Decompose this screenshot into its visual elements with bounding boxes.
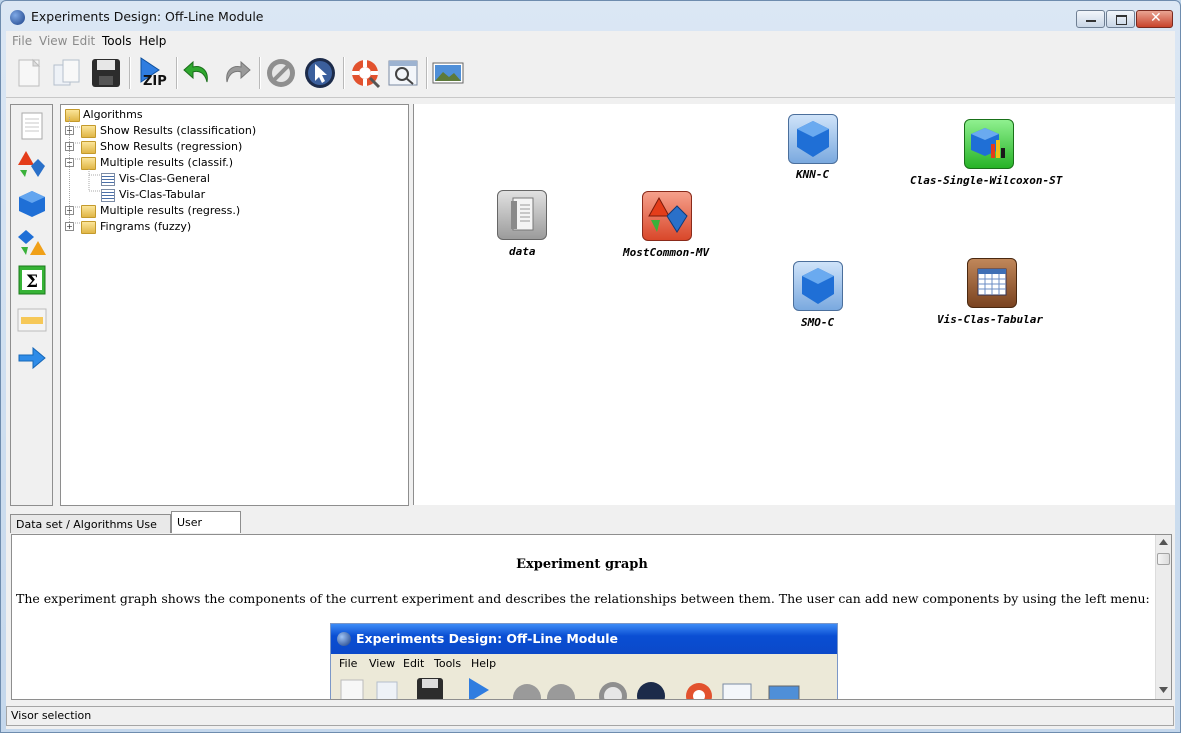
selection-pointer-icon[interactable] [303, 56, 337, 90]
palette-statistical-test-icon[interactable]: Σ [17, 265, 47, 295]
embedded-menu-view: View [369, 657, 396, 670]
palette-preprocess-icon[interactable] [17, 149, 47, 179]
app-logo-icon [10, 10, 25, 25]
vis-clas-tabular-node-icon[interactable] [967, 258, 1017, 308]
tree-leaf-label: Vis-Clas-General [119, 172, 210, 185]
embedded-menu-file: File [339, 657, 358, 670]
zip-label: ZIP [143, 74, 167, 89]
menu-tools[interactable]: Tools [102, 34, 132, 48]
node-label-vis-clas-tabular: Vis-Clas-Tabular [937, 313, 1043, 326]
expand-icon[interactable]: + [65, 142, 74, 151]
tree-node-label: Multiple results (classif.) [100, 156, 234, 169]
tree-node-label: Fingrams (fuzzy) [100, 220, 192, 233]
main-window: Experiments Design: Off-Line Module ✕ Fi… [0, 0, 1181, 733]
node-label-data: data [509, 245, 536, 258]
expand-icon[interactable]: + [65, 206, 74, 215]
palette-method-cube-icon[interactable] [17, 189, 47, 219]
node-label-smo-c: SMO-C [801, 316, 835, 329]
status-bar: Visor selection [6, 706, 1174, 726]
menu-bar: File View Edit Tools Help [6, 31, 1175, 51]
dataset-node-icon[interactable] [497, 190, 547, 240]
folder-open-icon [81, 157, 96, 170]
tree-leaf-label: Vis-Clas-Tabular [119, 188, 206, 201]
node-label-mostcommon-mv: MostCommon-MV [623, 246, 710, 259]
close-button[interactable]: ✕ [1136, 10, 1173, 28]
manual-heading: Experiment graph [516, 557, 648, 572]
toolbar-separator [426, 57, 428, 89]
app-logo-icon [337, 632, 351, 646]
toolbar-separator [176, 57, 178, 89]
svg-text:Σ: Σ [26, 272, 38, 292]
scroll-up-icon[interactable] [1159, 539, 1168, 545]
embedded-title: Experiments Design: Off-Line Module [356, 631, 618, 646]
folder-icon [81, 221, 96, 234]
knn-c-node-icon[interactable] [788, 114, 838, 164]
menu-help[interactable]: Help [139, 34, 166, 48]
new-document-button[interactable] [12, 56, 46, 90]
smo-c-node-icon[interactable] [793, 261, 843, 311]
toolbar-separator [129, 57, 131, 89]
close-icon: ✕ [1150, 10, 1162, 26]
folder-icon [65, 109, 80, 122]
minimize-button[interactable] [1076, 10, 1105, 28]
toolbar-separator [259, 57, 261, 89]
tree-node-label: Show Results (regression) [100, 140, 243, 153]
menu-view[interactable]: View [39, 34, 67, 48]
embedded-toolbar [340, 678, 800, 699]
palette-dataset-icon[interactable] [17, 111, 47, 141]
menu-edit[interactable]: Edit [72, 34, 95, 48]
palette-connection-arrow-icon[interactable] [17, 343, 47, 373]
toolbar-separator [343, 57, 345, 89]
scroll-down-icon[interactable] [1159, 687, 1168, 693]
wilcoxon-test-node-icon[interactable] [964, 119, 1014, 169]
expand-icon[interactable]: + [65, 126, 74, 135]
zoom-view-icon[interactable] [386, 56, 420, 90]
tab-user-manual[interactable]: User Manual [171, 511, 241, 551]
algorithms-tree: Algorithms + Show Results (classificatio… [60, 104, 409, 506]
collapse-icon[interactable]: − [65, 158, 74, 167]
palette-postprocess-icon[interactable] [17, 227, 47, 257]
redo-icon[interactable] [219, 56, 253, 90]
client-area: File View Edit Tools Help ZIP Σ Algorith… [6, 31, 1175, 729]
folder-icon [81, 141, 96, 154]
scrollbar-thumb[interactable] [1157, 553, 1170, 565]
embedded-menu-edit: Edit [403, 657, 425, 670]
delete-icon[interactable] [264, 56, 298, 90]
export-image-icon[interactable] [431, 56, 465, 90]
window-title: Experiments Design: Off-Line Module [31, 9, 264, 24]
tab-data-set-algorithms-use-case[interactable]: Data set / Algorithms Use Case [10, 514, 171, 550]
zip-export-button[interactable]: ZIP [137, 56, 171, 90]
user-manual-panel: Experiment graph The experiment graph sh… [11, 534, 1172, 700]
table-icon [101, 173, 115, 186]
folder-icon [81, 125, 96, 138]
manual-scrollbar[interactable] [1155, 535, 1171, 699]
table-icon [101, 189, 115, 202]
embedded-menu-help: Help [471, 657, 497, 670]
maximize-button[interactable] [1106, 10, 1135, 28]
toolbar: ZIP [6, 51, 1175, 98]
tree-node-label: Multiple results (regress.) [100, 204, 241, 217]
experiment-graph-canvas[interactable]: data MostCommon-MV KNN-C SMO-C Clas-Sing… [413, 104, 1175, 505]
embedded-menu-tools: Tools [434, 657, 462, 670]
status-text: Visor selection [11, 709, 92, 722]
bottom-tabs: Data set / Algorithms Use Case User Manu… [10, 511, 1174, 551]
tree-root-label: Algorithms [83, 108, 143, 121]
menu-file[interactable]: File [12, 34, 32, 48]
expand-icon[interactable]: + [65, 222, 74, 231]
title-bar: Experiments Design: Off-Line Module ✕ [1, 1, 1180, 31]
node-label-knn-c: KNN-C [796, 168, 830, 181]
preprocess-node-icon[interactable] [642, 191, 692, 241]
save-icon[interactable] [89, 56, 123, 90]
embedded-screenshot: Experiments Design: Off-Line Module File… [330, 623, 838, 699]
embedded-title-bar: Experiments Design: Off-Line Module [331, 624, 837, 654]
palette-visualization-icon[interactable] [17, 305, 47, 335]
open-document-button[interactable] [50, 56, 84, 90]
undo-icon[interactable] [181, 56, 215, 90]
component-palette: Σ [10, 104, 53, 506]
folder-icon [81, 205, 96, 218]
node-label-clas-single-wilcoxon-st: Clas-Single-Wilcoxon-ST [910, 174, 1063, 187]
tree-node-label: Show Results (classification) [100, 124, 257, 137]
help-lifebuoy-icon[interactable] [348, 56, 382, 90]
manual-paragraph: The experiment graph shows the component… [16, 591, 1150, 606]
